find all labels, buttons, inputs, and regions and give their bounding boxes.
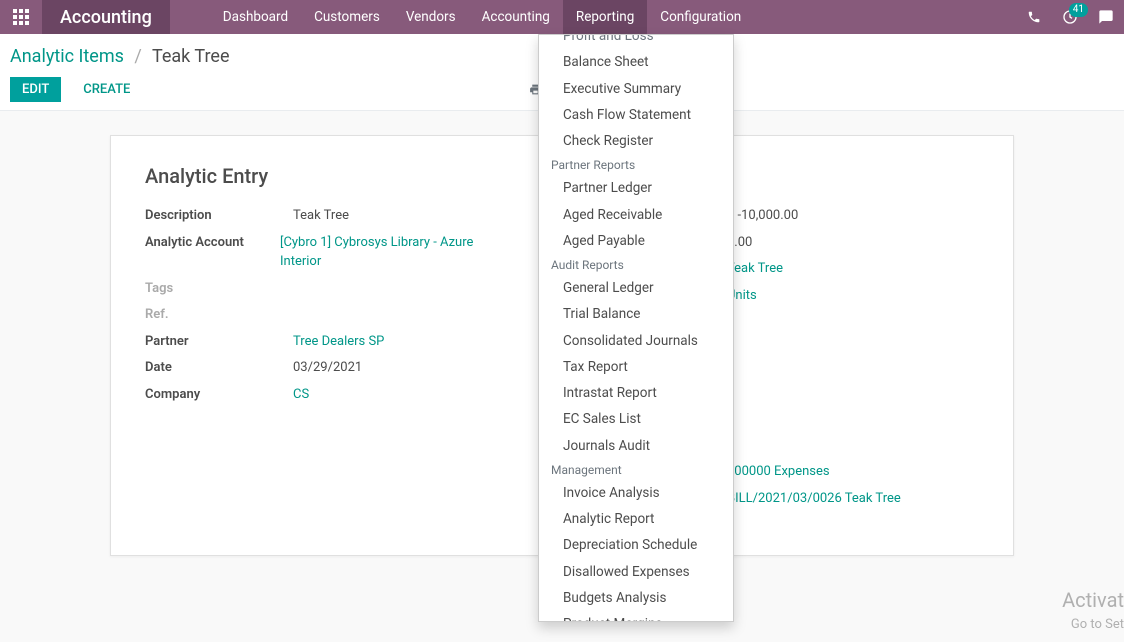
value-fin-account[interactable]: 600000 Expenses [727, 462, 830, 482]
navbar-right: 41 [1016, 0, 1124, 34]
label-description: Description [145, 206, 293, 226]
dropdown-item[interactable]: Depreciation Schedule [539, 532, 733, 558]
label-company: Company [145, 385, 293, 405]
dropdown-item[interactable]: General Ledger [539, 275, 733, 301]
dropdown-item[interactable]: Aged Payable [539, 228, 733, 254]
breadcrumb-root[interactable]: Analytic Items [10, 46, 124, 67]
dropdown-item[interactable]: Aged Receivable [539, 202, 733, 228]
reporting-dropdown[interactable]: Profit and LossBalance SheetExecutive Su… [538, 34, 734, 622]
menu-customers[interactable]: Customers [301, 0, 393, 34]
apps-launcher-icon[interactable] [0, 0, 42, 34]
label-partner: Partner [145, 332, 293, 352]
os-watermark-title: Activat [1062, 588, 1124, 612]
value-date: 03/29/2021 [293, 358, 362, 378]
dropdown-item[interactable]: Consolidated Journals [539, 328, 733, 354]
dropdown-item[interactable]: EC Sales List [539, 406, 733, 432]
dropdown-item[interactable]: Budgets Analysis [539, 585, 733, 611]
value-company[interactable]: CS [293, 385, 309, 405]
breadcrumb-sep: / [134, 46, 141, 67]
dropdown-item[interactable]: Check Register [539, 128, 733, 154]
messaging-icon[interactable] [1088, 0, 1124, 34]
value-amount: $ -10,000.00 [727, 206, 798, 226]
left-column: DescriptionTeak Tree Analytic Account[Cy… [145, 206, 497, 515]
edit-button[interactable]: EDIT [10, 77, 61, 102]
main-menu: DashboardCustomersVendorsAccountingRepor… [210, 0, 754, 34]
dropdown-item[interactable]: Executive Summary [539, 76, 733, 102]
label-ref: Ref. [145, 305, 293, 325]
breadcrumb-current: Teak Tree [152, 46, 230, 67]
dropdown-item[interactable]: Disallowed Expenses [539, 559, 733, 585]
top-navbar: Accounting DashboardCustomersVendorsAcco… [0, 0, 1124, 34]
value-partner[interactable]: Tree Dealers SP [293, 332, 384, 352]
menu-configuration[interactable]: Configuration [647, 0, 754, 34]
dropdown-item[interactable]: Partner Ledger [539, 175, 733, 201]
menu-dashboard[interactable]: Dashboard [210, 0, 301, 34]
label-tags: Tags [145, 279, 293, 299]
dropdown-item[interactable]: Tax Report [539, 354, 733, 380]
dropdown-item[interactable]: Product Margins [539, 611, 733, 622]
label-date: Date [145, 358, 293, 378]
value-description: Teak Tree [293, 206, 349, 226]
label-analytic-account: Analytic Account [145, 233, 280, 272]
dropdown-item[interactable]: Analytic Report [539, 506, 733, 532]
value-journal-item[interactable]: BILL/2021/03/0026 Teak Tree [727, 489, 901, 509]
dropdown-section: Management [539, 459, 733, 480]
dropdown-item[interactable]: Profit and Loss [539, 34, 733, 49]
dropdown-item[interactable]: Journals Audit [539, 433, 733, 459]
phone-icon[interactable] [1016, 0, 1052, 34]
dropdown-section: Audit Reports [539, 254, 733, 275]
os-watermark-sub: Go to Set [1071, 617, 1124, 632]
activities-icon[interactable]: 41 [1052, 0, 1088, 34]
value-product[interactable]: Teak Tree [727, 259, 783, 279]
value-analytic-account[interactable]: [Cybro 1] Cybrosys Library - Azure Inter… [280, 233, 497, 272]
dropdown-item[interactable]: Trial Balance [539, 301, 733, 327]
create-button[interactable]: CREATE [71, 77, 142, 102]
dropdown-section: Partner Reports [539, 154, 733, 175]
menu-vendors[interactable]: Vendors [393, 0, 469, 34]
dropdown-item[interactable]: Invoice Analysis [539, 480, 733, 506]
menu-reporting[interactable]: Reporting [563, 0, 647, 34]
dropdown-item[interactable]: Cash Flow Statement [539, 102, 733, 128]
menu-accounting[interactable]: Accounting [469, 0, 563, 34]
dropdown-item[interactable]: Balance Sheet [539, 49, 733, 75]
dropdown-item[interactable]: Intrastat Report [539, 380, 733, 406]
activity-badge: 41 [1069, 3, 1088, 17]
app-brand[interactable]: Accounting [42, 0, 170, 34]
